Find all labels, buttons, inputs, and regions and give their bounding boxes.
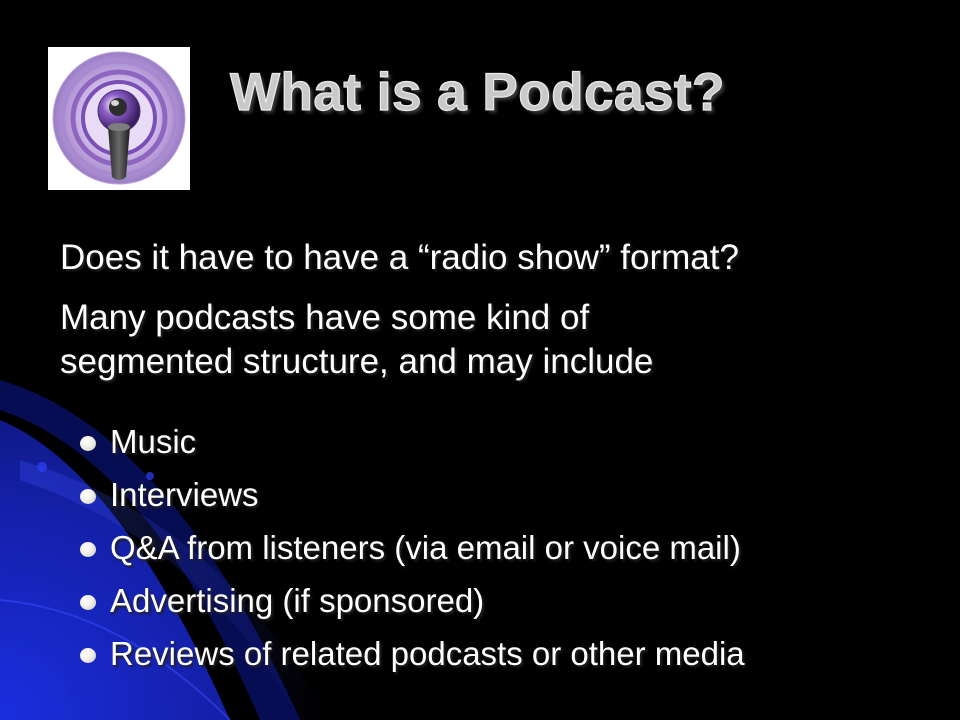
bullet-dot-icon: [80, 595, 96, 610]
bullet-text: Interviews: [110, 476, 259, 513]
paragraph-radio-format: Does it have to have a “radio show” form…: [60, 238, 739, 277]
slide-title: What is a Podcast?: [229, 62, 725, 122]
podcast-icon-box: [48, 47, 190, 190]
list-item: Q&A from listeners (via email or voice m…: [80, 527, 745, 580]
list-item: Music: [80, 421, 745, 474]
bullet-dot-icon: [80, 648, 96, 663]
bullet-dot-icon: [80, 436, 96, 451]
bullet-text: Q&A from listeners (via email or voice m…: [110, 529, 741, 566]
bullet-text: Advertising (if sponsored): [110, 582, 485, 619]
podcast-icon: [52, 51, 186, 185]
list-item: Interviews: [80, 474, 745, 527]
bullet-dot-icon: [80, 489, 96, 504]
paragraph-structure-line-1: Many podcasts have some kind of: [60, 298, 590, 337]
bullet-list: Music Interviews Q&A from listeners (via…: [80, 421, 745, 686]
paragraph-structure-line-2: segmented structure, and may include: [60, 342, 654, 381]
slide: What is a Podcast? Does it have to have …: [0, 0, 960, 720]
bullet-text: Reviews of related podcasts or other med…: [110, 635, 745, 672]
list-item: Advertising (if sponsored): [80, 580, 745, 633]
paragraph-structure: Many podcasts have some kind of segmente…: [60, 296, 653, 384]
bullet-dot-icon: [80, 542, 96, 557]
list-item: Reviews of related podcasts or other med…: [80, 633, 745, 686]
bullet-text: Music: [110, 423, 197, 460]
